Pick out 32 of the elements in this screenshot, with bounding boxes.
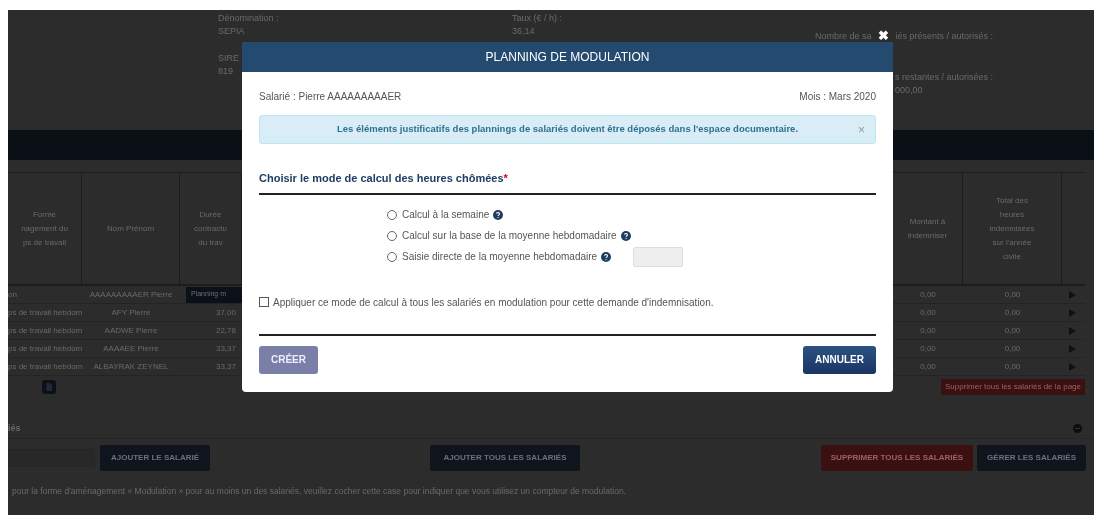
info-value: SEPIA [218, 25, 246, 38]
action-button[interactable]: GÉRER LES SALARIÉS [977, 445, 1086, 471]
modal-title: PLANNING DE MODULATION [485, 49, 650, 66]
info-value: 819 [218, 65, 235, 78]
option-label[interactable]: Calcul sur la base de la moyenne hebdomadaire [402, 228, 617, 243]
option-label[interactable]: Saisie directe de la moyenne hebdomadaire [402, 249, 598, 264]
employee-label: Salarié : Pierre AAAAAAAAAER [259, 90, 402, 104]
document-icon[interactable] [42, 380, 56, 394]
alert-text: Les éléments justificatifs des plannings de salariés doivent être déposés dans l'espace documentaire. [336, 122, 799, 137]
section-heading: Choisir le mode de calcul des heures chômées [259, 172, 504, 184]
info-label: Dénomination : [218, 12, 280, 25]
create-button[interactable]: CRÉER [259, 345, 318, 374]
action-button[interactable]: AJOUTER TOUS LES SALARIÉS [430, 445, 580, 471]
employee-input[interactable] [8, 449, 95, 467]
month-label: Mois : Mars 2020 [799, 90, 876, 104]
option-label[interactable]: Calcul à la semaine [402, 207, 490, 222]
required-mark: * [503, 172, 508, 184]
help-icon [493, 209, 504, 220]
close-icon[interactable]: × [858, 120, 865, 139]
section-title: iés [8, 421, 21, 435]
help-icon [601, 251, 612, 262]
close-icon[interactable]: ✖ [878, 26, 889, 46]
help-icon [620, 230, 631, 241]
table-cell-text: 22,78 [214, 324, 237, 337]
minus-circle-icon[interactable] [1073, 424, 1082, 433]
action-button[interactable]: SUPPRIMER TOUS LES SALARIÉS [820, 445, 974, 471]
action-button[interactable]: AJOUTER LE SALARIÉ [100, 445, 210, 471]
cancel-button[interactable]: ANNULER [803, 345, 876, 374]
average-input[interactable] [633, 246, 684, 267]
checkbox-label[interactable]: Appliquer ce mode de calcul à tous les salariés en modulation pour cette demande d'indemnisation. [273, 294, 714, 310]
checkbox[interactable] [259, 297, 269, 307]
delete-page-button[interactable]: Supprimer tous les salariés de la page [940, 379, 1085, 395]
